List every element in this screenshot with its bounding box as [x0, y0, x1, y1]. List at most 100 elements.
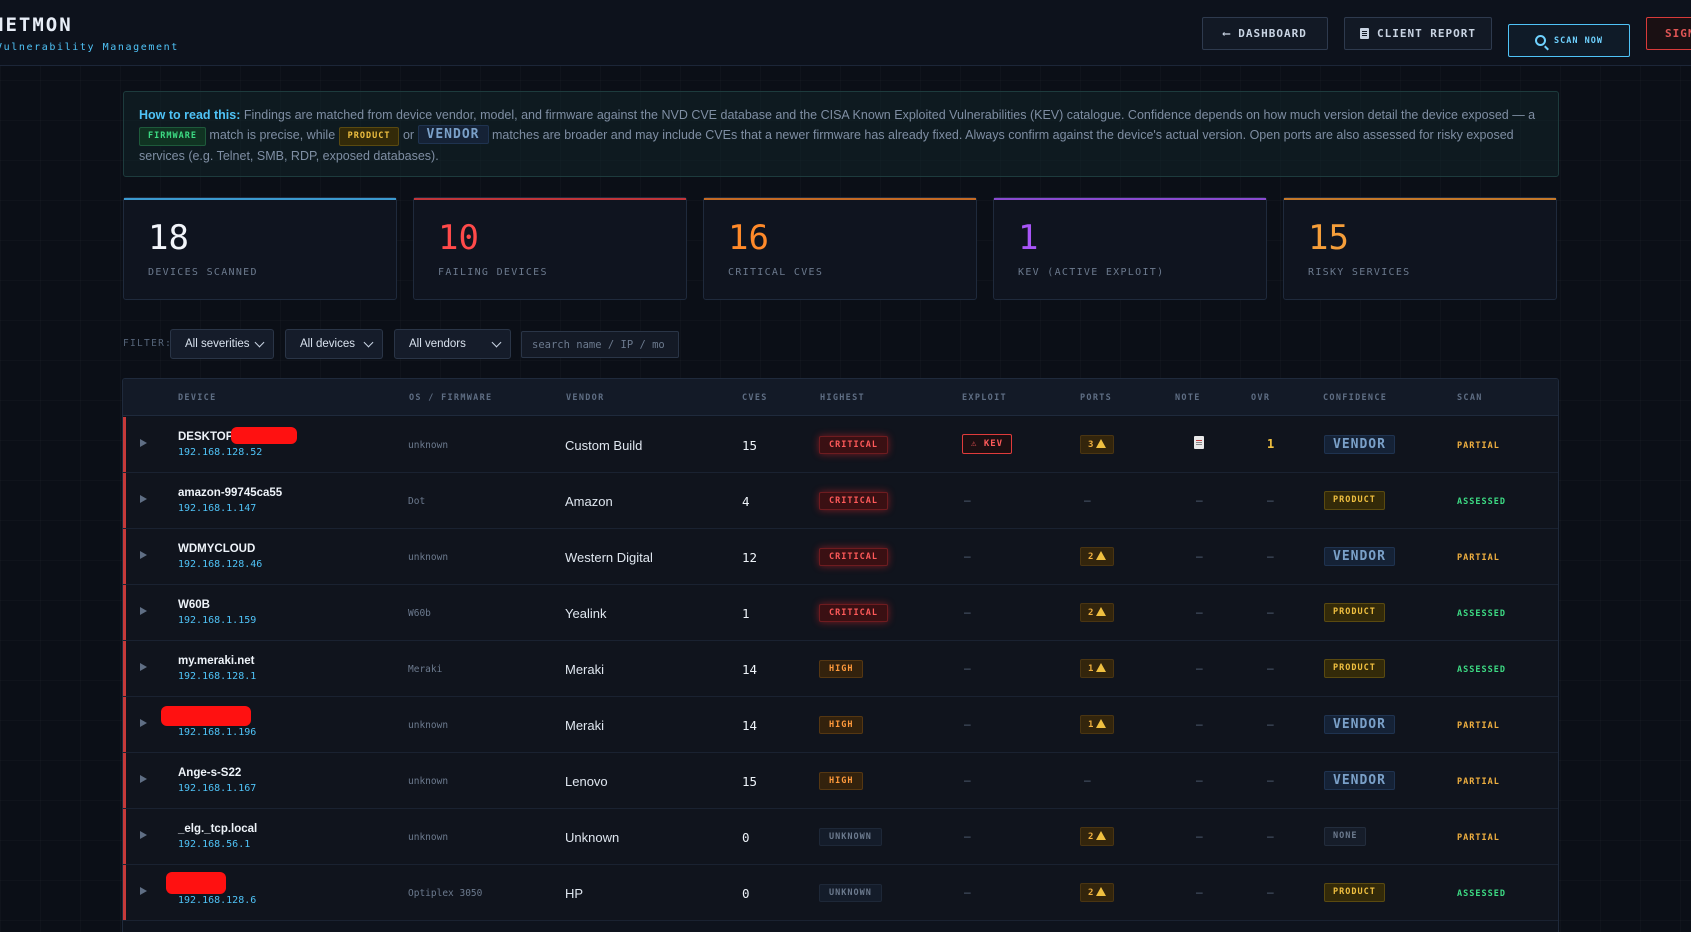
- info-lead: How to read this:: [139, 108, 241, 122]
- note-empty: –: [1196, 773, 1203, 787]
- device-vendor: Lenovo: [565, 774, 608, 789]
- ports-badge[interactable]: 2: [1080, 827, 1115, 846]
- device-ip: 192.168.128.6: [178, 895, 257, 906]
- table-row[interactable]: W60B 192.168.1.159 W60b Yealink 1 CRITICAL – 2 –…: [123, 585, 1558, 641]
- ports-count: 2: [1088, 832, 1094, 842]
- search-input[interactable]: [521, 331, 679, 358]
- cve-count: 15: [742, 438, 758, 453]
- table-row[interactable]: WDMYCLOUD 192.168.128.46 unknown Western Di…: [123, 529, 1558, 585]
- failing-accent-bar: [123, 697, 126, 752]
- table-row[interactable]: Ange-s-S22 192.168.1.167 unknown Lenovo 15 HI…: [123, 753, 1558, 809]
- severity-badge: HIGH: [819, 772, 864, 790]
- severity-badge: CRITICAL: [819, 436, 888, 454]
- expand-arrow-icon[interactable]: [140, 775, 147, 783]
- ports-count: 1: [1088, 720, 1094, 730]
- severity-badge: HIGH: [819, 716, 864, 734]
- scan-now-button[interactable]: SCAN NOW: [1508, 24, 1630, 57]
- ports-badge[interactable]: 2: [1080, 603, 1115, 622]
- vendors-select[interactable]: All vendors: [394, 329, 511, 359]
- device-ip: 192.168.1.167: [178, 783, 257, 794]
- col-scan[interactable]: SCAN: [1457, 393, 1483, 403]
- device-name: my.meraki.net: [178, 655, 255, 667]
- expand-arrow-icon[interactable]: [140, 439, 147, 447]
- stat-critical-cves: 16 CRITICAL CVES: [703, 197, 977, 300]
- severity-badge: HIGH: [819, 660, 864, 678]
- note-icon[interactable]: [1194, 436, 1204, 449]
- warning-icon: [1096, 607, 1107, 616]
- device-name: _elg._tcp.local: [178, 823, 258, 835]
- table-row[interactable]: amazon-99745ca55 192.168.1.147 Dot Amazon 4 C…: [123, 473, 1558, 529]
- device-ip: 192.168.128.46: [178, 559, 263, 570]
- expand-arrow-icon[interactable]: [140, 495, 147, 503]
- cve-count: 15: [742, 774, 758, 789]
- ports-badge[interactable]: 3: [1080, 435, 1115, 454]
- override-empty: –: [1267, 661, 1274, 675]
- devices-select[interactable]: All devices: [285, 329, 383, 359]
- device-name: DESKTOP: [178, 431, 234, 443]
- col-ovr[interactable]: OVR: [1251, 393, 1270, 403]
- scan-status: PARTIAL: [1457, 553, 1500, 563]
- device-os: unknown: [408, 776, 449, 787]
- document-icon: [1359, 28, 1369, 39]
- note-empty: –: [1196, 605, 1203, 619]
- warning-icon: [1096, 663, 1107, 672]
- ports-badge[interactable]: 2: [1080, 883, 1115, 902]
- failing-accent-bar: [123, 585, 126, 640]
- expand-arrow-icon[interactable]: [140, 887, 147, 895]
- expand-arrow-icon[interactable]: [140, 719, 147, 727]
- col-exploit[interactable]: EXPLOIT: [962, 393, 1007, 403]
- severity-badge: CRITICAL: [819, 604, 888, 622]
- expand-arrow-icon[interactable]: [140, 607, 147, 615]
- table-row[interactable]: 192.168.128.6 Optiplex 3050 HP 0 UNKNOWN – 2 – –…: [123, 865, 1558, 921]
- stat-failing-devices: 10 FAILING DEVICES: [413, 197, 687, 300]
- confidence-chip: VENDOR: [1324, 771, 1395, 790]
- dashboard-button[interactable]: ⟵ DASHBOARD: [1202, 17, 1328, 50]
- chevron-down-icon: [254, 337, 265, 348]
- client-report-label: CLIENT REPORT: [1376, 27, 1477, 40]
- confidence-chip: VENDOR: [1324, 547, 1395, 566]
- expand-arrow-icon[interactable]: [140, 831, 147, 839]
- col-highest[interactable]: HIGHEST: [820, 393, 865, 403]
- override-value: 1: [1267, 437, 1275, 451]
- expand-arrow-icon[interactable]: [140, 663, 147, 671]
- exploit-empty: –: [964, 773, 971, 787]
- sign-out-button[interactable]: SIGN: [1646, 17, 1691, 50]
- warning-icon: [1096, 831, 1107, 840]
- ports-badge[interactable]: 1: [1080, 659, 1115, 678]
- findings-table: DEVICE OS / FIRMWARE VENDOR CVES HIGHEST…: [122, 378, 1559, 932]
- ports-empty: –: [1084, 773, 1091, 787]
- exploit-empty: –: [964, 549, 971, 563]
- ports-badge[interactable]: 1: [1080, 715, 1115, 734]
- exploit-empty: –: [964, 661, 971, 675]
- chevron-down-icon: [491, 337, 502, 348]
- table-row[interactable]: DESKTOP 192.168.128.52 unknown Custom Build…: [123, 417, 1558, 473]
- stat-label: KEV (ACTIVE EXPLOIT): [1018, 267, 1165, 278]
- expand-arrow-icon[interactable]: [140, 551, 147, 559]
- table-row[interactable]: _elg._tcp.local 192.168.56.1 unknown Unknow…: [123, 809, 1558, 865]
- stat-devices-scanned: 18 DEVICES SCANNED: [123, 197, 397, 300]
- table-row[interactable]: 3fc8ad3192.168.1.196unknownMeraki14HIGH–…: [123, 697, 1558, 753]
- col-cves[interactable]: CVES: [742, 393, 768, 403]
- confidence-chip: NONE: [1324, 827, 1367, 846]
- table-header: DEVICE OS / FIRMWARE VENDOR CVES HIGHEST…: [123, 379, 1558, 416]
- col-note[interactable]: NOTE: [1175, 393, 1201, 403]
- ports-badge[interactable]: 2: [1080, 547, 1115, 566]
- exploit-empty: –: [964, 605, 971, 619]
- scan-status: ASSESSED: [1457, 665, 1506, 675]
- device-os: Dot: [408, 496, 426, 507]
- table-row[interactable]: my.meraki.net 192.168.128.1 Meraki Meraki 14…: [123, 641, 1558, 697]
- col-device[interactable]: DEVICE: [178, 393, 217, 403]
- product-chip: PRODUCT: [338, 127, 400, 146]
- failing-accent-bar: [123, 473, 126, 528]
- col-ports[interactable]: PORTS: [1080, 393, 1112, 403]
- override-empty: –: [1267, 493, 1274, 507]
- col-vendor[interactable]: VENDOR: [566, 393, 605, 403]
- warning-icon: [1096, 551, 1107, 560]
- device-os: W60b: [408, 608, 431, 619]
- col-os[interactable]: OS / FIRMWARE: [409, 393, 492, 403]
- info-text-3: or: [399, 128, 418, 142]
- col-confidence[interactable]: CONFIDENCE: [1323, 393, 1387, 403]
- client-report-button[interactable]: CLIENT REPORT: [1344, 17, 1492, 50]
- severity-select[interactable]: All severities: [170, 329, 274, 359]
- kev-badge: ⚠ KEV: [962, 434, 1013, 454]
